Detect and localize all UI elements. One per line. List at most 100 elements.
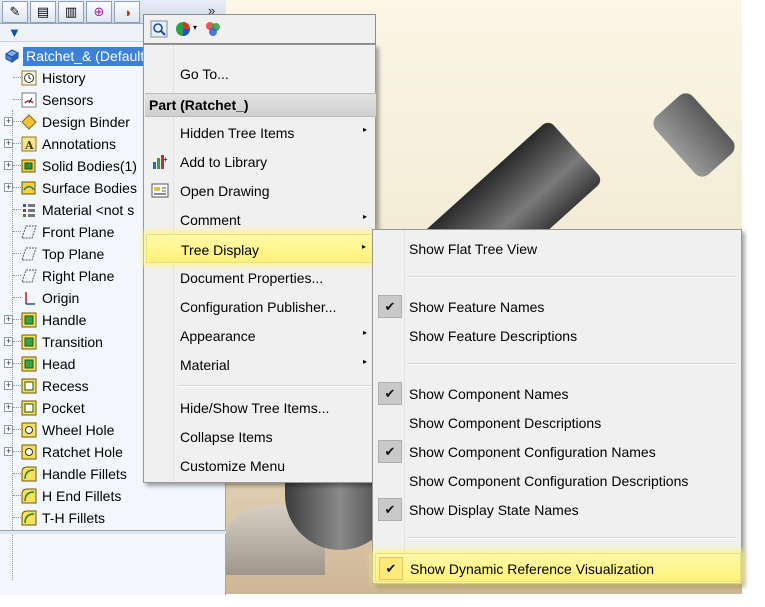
submenu-separator [407, 363, 737, 365]
submenu-item[interactable]: ✔ Show Component Names [375, 379, 741, 408]
dimxpert-tab[interactable]: ⊕ [86, 1, 112, 23]
menu-item-label: Material [180, 357, 230, 373]
tree-connector [13, 319, 21, 320]
tree-item-label: Handle [42, 312, 87, 328]
history-icon [21, 70, 37, 86]
add-to-library-icon: + [153, 155, 168, 169]
menu-item-go-to[interactable]: Go To... [146, 59, 375, 88]
tree-item-label: Origin [42, 290, 80, 306]
configuration-manager-tab[interactable]: ▥ [58, 1, 84, 23]
tree-item-label: Front Plane [42, 224, 115, 240]
context-toolbar: ▾ [143, 14, 376, 44]
feature-manager-tab[interactable]: ✎ [2, 1, 28, 23]
submenu-item-label: Show Component Configuration Names [409, 444, 656, 460]
tree-connector [13, 385, 21, 386]
expand-toggle-icon[interactable]: + [4, 447, 13, 456]
tree-connector [13, 253, 21, 254]
submenu-item-label: Show Component Descriptions [409, 415, 602, 431]
submenu-item[interactable]: ✔ Show Display State Names [375, 495, 741, 524]
tree-item-label: Wheel Hole [42, 422, 115, 438]
tree-item-label: Design Binder [42, 114, 130, 130]
screenshot-edge-bottom [0, 594, 765, 607]
menu-item-label: Open Drawing [180, 183, 270, 199]
change-transparency-icon[interactable] [204, 20, 222, 38]
zoom-to-selection-icon[interactable] [150, 20, 168, 38]
submenu-item[interactable]: ✔ Show Dynamic Reference Visualization [375, 553, 741, 582]
appearance-dropdown-icon[interactable]: ▾ [193, 23, 197, 32]
submenu-item-label: Show Feature Names [409, 299, 545, 315]
appearance-icon[interactable] [174, 20, 192, 38]
menu-item[interactable]: Hidden Tree Items ▸ [146, 118, 375, 147]
expand-toggle-icon[interactable]: + [4, 139, 13, 148]
tree-item[interactable]: H End Fillets [0, 485, 226, 507]
hole-icon [21, 444, 37, 460]
submenu-item[interactable]: Show Component Configuration Description… [375, 466, 741, 495]
tree-item-label: Transition [42, 334, 103, 350]
expand-toggle-icon[interactable]: + [4, 381, 13, 390]
boss-extrude-icon [21, 356, 37, 372]
expand-toggle-icon[interactable]: + [4, 117, 13, 126]
submenu-item[interactable]: ✔ Show Component Configuration Names [375, 437, 741, 466]
submenu-item[interactable]: ✔ Show Feature Names [375, 292, 741, 321]
menu-item[interactable]: Hide/Show Tree Items... [146, 393, 375, 422]
menu-item[interactable]: Customize Menu [146, 451, 375, 480]
expand-toggle-icon[interactable]: + [4, 315, 13, 324]
submenu-arrow-icon: ▸ [362, 212, 367, 221]
tree-item[interactable]: T-H Fillets [0, 507, 226, 529]
submenu-item[interactable]: Show Feature Descriptions [375, 321, 741, 350]
menu-item[interactable]: Configuration Publisher... [146, 292, 375, 321]
svg-text:+: + [163, 155, 168, 164]
checkmark-icon: ✔ [378, 382, 402, 405]
menu-item[interactable]: Open Drawing [146, 176, 375, 205]
submenu-item[interactable]: Show Component Descriptions [375, 408, 741, 437]
submenu-arrow-icon: ▸ [362, 125, 367, 134]
tree-item-label: Recess [42, 378, 89, 394]
panel-splitter[interactable] [0, 530, 226, 534]
tree-connector [13, 187, 21, 188]
surface-bodies-icon [21, 181, 36, 195]
open-drawing-icon [151, 183, 169, 198]
expand-toggle-icon[interactable]: + [4, 183, 13, 192]
expand-toggle-icon[interactable]: + [4, 359, 13, 368]
checkmark-icon: ✔ [378, 440, 402, 463]
checkmark-icon: ✔ [378, 498, 402, 521]
menu-item-label: Go To... [180, 66, 229, 82]
expand-toggle-icon[interactable]: + [4, 425, 13, 434]
menu-item[interactable]: Collapse Items [146, 422, 375, 451]
tree-item-label: Annotations [42, 136, 116, 152]
menu-item[interactable]: Appearance ▸ [146, 321, 375, 350]
menu-item[interactable]: + Add to Library [146, 147, 375, 176]
filter-icon[interactable]: ▼ [8, 25, 21, 40]
expand-toggle-icon[interactable]: + [4, 337, 13, 346]
context-menu: Go To... Part (Ratchet_) Hidden Tree Ite… [143, 44, 376, 483]
tree-item-label: Right Plane [42, 268, 115, 284]
tree-item-label: T-H Fillets [42, 510, 105, 526]
menu-item[interactable]: Material ▸ [146, 350, 375, 379]
submenu-item[interactable]: Show Flat Tree View [375, 234, 741, 263]
part-icon [5, 49, 19, 63]
tree-connector [13, 297, 21, 298]
menu-item[interactable]: Comment ▸ [146, 205, 375, 234]
menu-item[interactable]: Tree Display ▸ [146, 234, 375, 263]
checkmark-icon: ✔ [378, 295, 402, 318]
menu-separator [178, 385, 374, 387]
submenu-separator [407, 276, 737, 278]
expand-toggle-icon[interactable]: + [4, 403, 13, 412]
plane-icon [21, 247, 37, 261]
plane-icon [21, 269, 37, 283]
menu-item-label: Customize Menu [180, 458, 286, 474]
expand-toggle-icon[interactable]: + [4, 161, 13, 170]
display-manager-tab[interactable]: ◑ [114, 1, 140, 23]
submenu-arrow-icon: ▸ [362, 328, 367, 337]
property-manager-tab[interactable]: ▤ [30, 1, 56, 23]
fillet-icon [21, 510, 37, 526]
svg-text:A: A [24, 139, 34, 152]
configuration-manager-tab-icon: ▥ [64, 4, 78, 19]
menu-item[interactable]: Document Properties... [146, 263, 375, 292]
hole-icon [21, 422, 37, 438]
tree-display-submenu: Show Flat Tree View ✔ Show Feature Names Sh… [372, 229, 742, 584]
tree-connector [13, 165, 21, 166]
cut-extrude-icon [21, 400, 37, 416]
menu-section-header: Part (Ratchet_) [145, 93, 376, 117]
tree-connector [13, 77, 21, 78]
